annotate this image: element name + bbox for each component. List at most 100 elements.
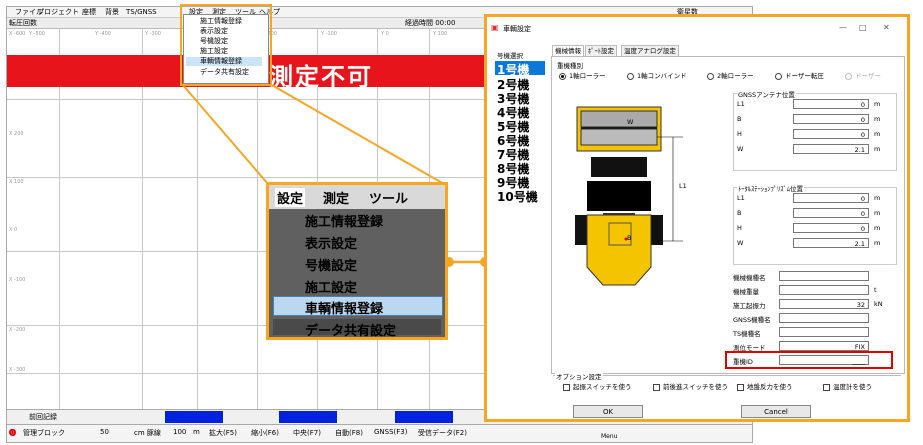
option-checkbox[interactable]: 温度計を使う [823,381,872,391]
ts-field-unit: m [874,239,881,247]
block-management-button[interactable]: 管理ブロック [23,428,65,438]
info-field-label: 測位モード [733,344,766,352]
option-checkbox[interactable]: 起振スイッチを使う [563,381,632,391]
info-field-label: 機械重量 [733,288,759,296]
gnss-field-label: H [737,130,742,138]
x-tick-label: Y -500 [29,31,45,37]
ts-field-label: W [737,239,744,247]
ts-field-label: B [737,209,742,217]
ts-field-input[interactable]: 0 [793,208,869,218]
zoom-out-button[interactable]: 縮小(F6) [251,428,279,438]
ts-field-input[interactable]: 0 [793,193,869,203]
zoom-item-machine-settings: 号機設定 [305,259,358,274]
zoom-in-button[interactable]: 拡大(F5) [209,428,237,438]
info-field-input[interactable]: FIX [779,341,869,351]
y-tick-label: X -100 [9,277,26,283]
gnss-field-unit: m [874,145,881,153]
grid-size-value[interactable]: 50 [100,428,109,436]
zoomed-menu-inset: 設定 測定 ツール 施工情報登録 表示設定 号機設定 施工設定 車輌情報登録 デ… [266,182,448,340]
zoom-menubar: 設定 測定 ツール [269,185,445,209]
x-tick-label: Y 100 [433,31,448,37]
info-field-input[interactable] [779,327,869,337]
zoom-item-display-settings: 表示設定 [305,237,358,252]
option-checkbox[interactable]: 地盤反力を使う [737,381,793,391]
ok-button[interactable]: OK [573,405,643,418]
gnss-field-input[interactable]: 2.1 [793,144,869,154]
menu-project[interactable]: プロジェクト [37,7,79,17]
cancel-button[interactable]: Cancel [741,405,811,418]
gnss-field-unit: m [874,130,881,138]
machine-item[interactable]: 10号機 [497,188,538,205]
x-tick-label: Y 0 [381,31,389,37]
diagram-label-l1: L1 [679,182,687,190]
rolling-count-label: 転圧回数 [9,19,37,27]
maximize-icon[interactable]: □ [859,23,867,32]
options-label: オプション設定 [555,371,603,381]
option-checkbox[interactable]: 前後進スイッチを使う [653,381,728,391]
info-field-label: GNSS機種名 [733,316,771,324]
center-button[interactable]: 中央(F7) [293,428,321,438]
radio-vehicle-type[interactable]: 1軸コンバインド [627,70,687,80]
radio-vehicle-type[interactable]: 2軸ローラー [707,70,754,80]
vehicle-settings-dialog: ▣ 車輌設定 — □ ✕ 号機選択 1号機 2号機 3号機 4号機 5号機 6号… [484,14,910,422]
ts-field-input[interactable]: 0 [793,223,869,233]
gnss-field-label: B [737,115,742,123]
ts-section-label: ﾄｰﾀﾙｽﾃｰｼｮﾝﾌﾟﾘｽﾞﾑ位置 [737,183,804,193]
bottom-toolbar: ⓿ 管理ブロック 50 cm 豚線 100 m 拡大(F5) 縮小(F6) 中央… [7,424,752,442]
ts-field-label: L1 [737,194,745,202]
radio-vehicle-type[interactable]: ドーザー [845,70,881,80]
gnss-field-label: L1 [737,100,745,108]
previous-record-label[interactable]: 前回記録 [29,412,57,422]
info-field-unit: t [874,286,877,294]
gnss-section-label: GNSSアンテナ位置 [737,89,796,99]
radio-vehicle-type[interactable]: ドーザー転圧 [775,70,824,80]
info-field-input[interactable]: 32 [779,299,869,309]
zoom-item-construction-info: 施工情報登録 [305,215,384,230]
ts-field-input[interactable]: 2.1 [793,238,869,248]
y-tick-label: X -200 [9,327,26,333]
zoom-item-vehicle-info: 車輌情報登録 [305,302,384,317]
info-field-label: 施工起振力 [733,302,766,310]
info-field-label: TS機種名 [733,330,761,338]
menu-button[interactable]: Menu [601,433,617,440]
y-tick-label: X 100 [9,179,24,185]
info-field-input[interactable] [779,285,869,295]
info-field-input[interactable] [779,271,869,281]
ts-field-unit: m [874,194,881,202]
scale-value[interactable]: 100 [173,428,186,436]
zoom-item-data-sharing: データ共有設定 [305,324,397,339]
warning-icon: ⓿ [9,429,16,437]
roller-diagram [575,106,683,286]
menu-background[interactable]: 背景 [105,7,119,17]
scale-unit: m [193,428,200,436]
y-tick-label: X 200 [9,131,24,137]
zoom-menu-tools: ツール [369,192,409,207]
info-field-label: 機械機種名 [733,274,766,282]
close-icon[interactable]: ✕ [883,23,890,32]
x-tick-label: Y -100 [321,31,337,37]
menu-coordinate[interactable]: 座標 [82,7,96,17]
gnss-field-unit: m [874,100,881,108]
auto-button[interactable]: 自動(F8) [335,428,363,438]
gnss-field-input[interactable]: 0 [793,99,869,109]
radio-vehicle-type[interactable]: 1軸ローラー [559,70,606,80]
zoom-menu-settings: 設定 [275,188,306,207]
vehicle-type-label: 重機種別 [557,62,583,70]
ts-field-label: H [737,224,742,232]
menu-ts-gnss[interactable]: TS/GNSS [126,7,157,17]
gnss-field-input[interactable]: 0 [793,129,869,139]
minimize-icon[interactable]: — [839,23,847,32]
info-field-input[interactable]: ____ [779,355,869,365]
highlight-frame [180,4,272,86]
gnss-field-input[interactable]: 0 [793,114,869,124]
info-field-input[interactable] [779,313,869,323]
dialog-titlebar: ▣ 車輌設定 — □ ✕ [487,17,907,39]
gnss-field-label: W [737,145,744,153]
grid-size-unit: cm 豚線 [134,429,161,437]
elapsed-time: 経過時間 00:00 [405,19,456,27]
info-field-label: 重機ID [733,358,753,366]
app-icon: ▣ [491,23,499,32]
received-data-button[interactable]: 受信データ(F2) [418,428,467,438]
zoom-menu-measure: 測定 [323,192,350,207]
gnss-button[interactable]: GNSS(F3) [374,428,408,436]
